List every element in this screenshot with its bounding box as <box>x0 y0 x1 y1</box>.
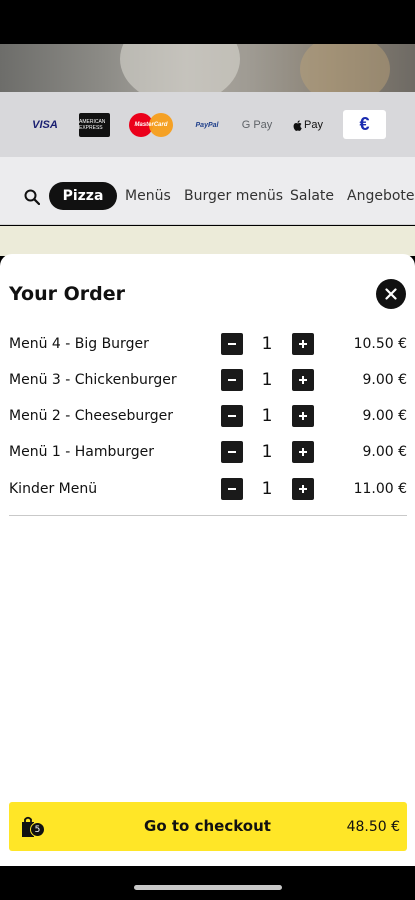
item-quantity: 1 <box>261 406 273 426</box>
item-quantity: 1 <box>261 479 273 499</box>
plus-icon <box>299 340 307 348</box>
minus-icon <box>228 451 236 453</box>
close-icon <box>385 288 397 300</box>
mastercard-label: MasterCard <box>134 122 168 128</box>
visa-logo: VISA <box>32 119 58 131</box>
minus-icon <box>228 415 236 417</box>
google-pay-logo: G Pay <box>241 119 273 131</box>
cart-count-badge: 5 <box>30 822 45 837</box>
minus-icon <box>228 488 236 490</box>
plus-icon <box>299 448 307 456</box>
minus-icon <box>228 379 236 381</box>
hero-image <box>0 44 415 92</box>
plus-icon <box>299 485 307 493</box>
item-price: 10.50 € <box>353 336 407 352</box>
increase-quantity-button[interactable] <box>292 478 314 500</box>
increase-quantity-button[interactable] <box>292 405 314 427</box>
tab-burger-menus[interactable]: Burger menüs <box>184 186 283 206</box>
increase-quantity-button[interactable] <box>292 369 314 391</box>
order-item-name: Menü 2 - Cheeseburger <box>9 408 174 424</box>
apple-pay-label: Pay <box>304 119 323 131</box>
item-quantity: 1 <box>261 442 273 462</box>
order-item-name: Menü 4 - Big Burger <box>9 336 149 352</box>
minus-icon <box>228 343 236 345</box>
item-price: 9.00 € <box>362 444 407 460</box>
order-item-name: Menü 1 - Hamburger <box>9 444 155 460</box>
close-button[interactable] <box>376 279 406 309</box>
decrease-quantity-button[interactable] <box>221 405 243 427</box>
content-strip <box>0 226 415 256</box>
increase-quantity-button[interactable] <box>292 333 314 355</box>
item-quantity: 1 <box>261 370 273 390</box>
order-title: Your Order <box>9 283 125 305</box>
tab-menus[interactable]: Menüs <box>125 186 171 206</box>
decrease-quantity-button[interactable] <box>221 441 243 463</box>
apple-pay-logo: Pay <box>291 113 325 137</box>
item-price: 9.00 € <box>362 408 407 424</box>
increase-quantity-button[interactable] <box>292 441 314 463</box>
hero-food <box>300 44 390 92</box>
order-item-name: Menü 3 - Chickenburger <box>9 372 177 388</box>
search-icon[interactable] <box>24 189 40 205</box>
checkout-total: 48.50 € <box>346 819 400 835</box>
order-divider <box>9 515 407 516</box>
system-nav-bar <box>0 866 415 900</box>
cash-euro-icon: € <box>343 110 386 139</box>
item-price: 11.00 € <box>353 481 407 497</box>
item-price: 9.00 € <box>362 372 407 388</box>
tab-angebote[interactable]: Angebote <box>347 186 415 206</box>
status-bar <box>0 0 415 44</box>
tab-pizza[interactable]: Pizza <box>49 182 117 210</box>
plus-icon <box>299 412 307 420</box>
decrease-quantity-button[interactable] <box>221 369 243 391</box>
decrease-quantity-button[interactable] <box>221 478 243 500</box>
order-item-name: Kinder Menü <box>9 481 98 497</box>
amex-logo: AMERICAN EXPRESS <box>79 113 110 137</box>
mastercard-logo: MasterCard <box>129 113 173 137</box>
item-quantity: 1 <box>261 334 273 354</box>
home-indicator[interactable] <box>134 885 282 890</box>
tab-salate[interactable]: Salate <box>290 186 334 206</box>
decrease-quantity-button[interactable] <box>221 333 243 355</box>
plus-icon <box>299 376 307 384</box>
paypal-logo: PayPal <box>195 121 219 129</box>
hero-plate <box>120 44 240 92</box>
apple-icon <box>293 119 302 131</box>
